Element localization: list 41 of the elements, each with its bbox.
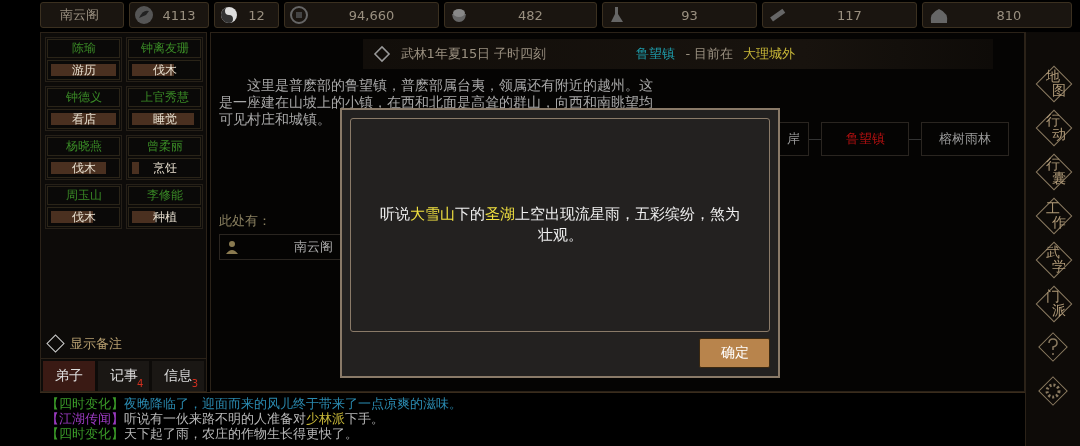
disciple-name[interactable]: 周玉山 bbox=[47, 186, 120, 205]
task-label: 伐木 bbox=[70, 209, 97, 226]
diamond-icon bbox=[372, 45, 391, 63]
task-label: 烹饪 bbox=[151, 160, 178, 177]
count-label: 4 bbox=[136, 378, 144, 389]
location-label: - 目前在 bbox=[685, 45, 734, 63]
log-entry: 【江湖传闻】听说有一伙来路不明的人准备对少林派下手。 bbox=[46, 411, 385, 426]
map-node[interactable]: 榕树雨林 bbox=[921, 122, 1009, 156]
sect-name: 南云阁 bbox=[40, 2, 124, 28]
disciple-name[interactable]: 曾柔丽 bbox=[128, 137, 201, 156]
resource-counter: 93 bbox=[602, 2, 757, 28]
count-label: 3 bbox=[191, 378, 198, 389]
here-label: 此处有： bbox=[219, 212, 271, 230]
person-icon bbox=[226, 240, 238, 254]
date-text: 武林1年夏15日 子时四刻 bbox=[400, 45, 547, 63]
task-label: 伐木 bbox=[151, 62, 178, 79]
yin-yang-icon bbox=[219, 5, 239, 25]
task-label: 伐木 bbox=[70, 160, 97, 177]
task-label: 看店 bbox=[70, 111, 97, 128]
task-label: 游历 bbox=[70, 62, 97, 79]
show-notes-checkbox[interactable]: 显示备注 bbox=[41, 333, 206, 358]
task-label: 种植 bbox=[151, 209, 178, 226]
log-entry: 【四时变化】天下起了雨，农庄的作物生长得更快了。 bbox=[46, 426, 359, 441]
region-name: 大理城外 bbox=[743, 45, 796, 63]
disciple-name[interactable]: 杨晓燕 bbox=[47, 137, 120, 156]
log-entry: 【四时变化】夜晚降临了，迎面而来的风儿终于带来了一点凉爽的滋味。 bbox=[46, 396, 463, 411]
disciple-name[interactable]: 李修能 bbox=[128, 186, 201, 205]
panel-tab[interactable]: 弟子 bbox=[43, 361, 95, 391]
disciple-name[interactable]: 钟离友珊 bbox=[128, 39, 201, 58]
disciple-name[interactable]: 上官秀慧 bbox=[128, 88, 201, 107]
resource-counter: 117 bbox=[762, 2, 917, 28]
coin-icon bbox=[289, 5, 309, 25]
resource-counter: 810 bbox=[922, 2, 1072, 28]
resource-counter: 482 bbox=[444, 2, 597, 28]
disciple-name[interactable]: 陈瑜 bbox=[47, 39, 120, 58]
resource-counter: 4113 bbox=[129, 2, 209, 28]
town-name: 鲁望镇 bbox=[636, 45, 676, 63]
disciple-name[interactable]: 钟德义 bbox=[47, 88, 120, 107]
resource-counter: 94,660 bbox=[284, 2, 439, 28]
resource-counter: 12 bbox=[214, 2, 279, 28]
task-label: 睡觉 bbox=[151, 111, 178, 128]
